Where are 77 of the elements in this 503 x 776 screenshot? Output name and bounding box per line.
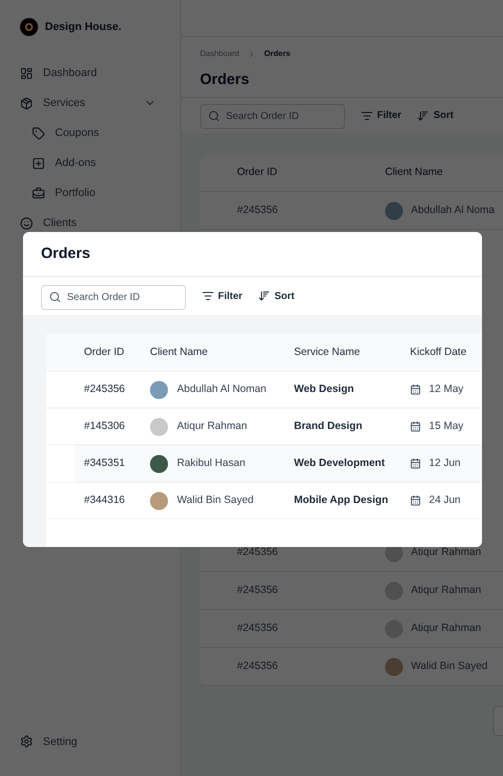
modal-title: Orders	[41, 244, 90, 264]
table-cell-text: #245356	[237, 582, 279, 598]
calendar-icon	[410, 458, 421, 469]
table-cell-text: #344316	[84, 492, 126, 508]
table-cell-text: 24 Jun	[429, 492, 461, 508]
column-header: Service Name	[294, 344, 361, 360]
column-header: Kickoff Date	[410, 344, 466, 360]
table-cell-text: #245356	[84, 382, 126, 397]
column-header: Order ID	[84, 344, 126, 360]
table-cell-text: #245356	[237, 202, 279, 218]
table-cell-text: 12 Jun	[429, 456, 461, 471]
avatar	[150, 454, 168, 472]
table-cell-text: Atiqur Rahman	[411, 544, 482, 560]
nav-subitem[interactable]: Coupons	[20, 118, 160, 148]
table-row[interactable]: #345351 Rakibul Hasan Web Development 12 Jun	[74, 445, 482, 482]
table-cell-text: 12 May	[429, 382, 464, 397]
page-title: Orders	[200, 72, 250, 87]
filter-icon	[361, 110, 373, 122]
calendar-icon	[410, 495, 421, 506]
table-cell-text: Atiqur Rahman	[177, 418, 248, 434]
table-cell-text: Web Development	[294, 456, 386, 471]
table-cell-text: Walid Bin Sayed	[177, 492, 254, 508]
nav-item[interactable]: Clients	[20, 208, 160, 238]
sort-button[interactable]: Sort	[417, 108, 454, 123]
briefcase-icon	[32, 186, 45, 200]
nav-subitem[interactable]: Portfolio	[20, 178, 160, 208]
brand-name: Design House.	[45, 20, 122, 35]
table-cell-text: Atiqur Rahman	[411, 620, 482, 636]
table-cell-text: #345351	[84, 456, 126, 471]
sort-icon	[417, 110, 430, 122]
avatar	[150, 380, 168, 398]
column-header: Client Name	[150, 344, 209, 360]
tag-icon	[32, 126, 45, 140]
table-cell-text: Atiqur Rahman	[411, 582, 482, 598]
avatar	[385, 202, 403, 220]
calendar-icon	[410, 384, 421, 395]
box-icon	[20, 96, 33, 110]
search-icon	[49, 290, 61, 302]
table-cell-text: #245356	[237, 620, 279, 636]
table-cell-text: Rakibul Hasan	[177, 456, 246, 471]
nav-item[interactable]: Dashboard	[20, 58, 160, 88]
search-icon	[208, 110, 220, 122]
table-cell-text: Web Design	[294, 382, 355, 397]
sort-icon	[258, 290, 270, 302]
settings-item[interactable]: Setting	[20, 734, 160, 750]
smiley-icon	[20, 216, 33, 230]
sort-button[interactable]: Sort	[258, 288, 294, 304]
filter-button[interactable]: Filter	[202, 288, 242, 304]
column-header: Order ID	[237, 165, 278, 180]
nav-item[interactable]: Services	[20, 88, 160, 118]
avatar	[150, 418, 168, 436]
breadcrumb-link[interactable]: Dashboard	[200, 48, 240, 60]
table-cell-text: Abdullah Al Noma	[411, 202, 494, 218]
breadcrumb-current: Orders	[264, 48, 290, 60]
table-cell-text: Abdullah Al Noman	[177, 382, 266, 397]
logo-icon	[20, 18, 38, 36]
filter-icon	[202, 290, 214, 302]
avatar	[150, 492, 168, 510]
table-cell-text: 15 May	[429, 418, 464, 434]
grid-icon	[20, 66, 33, 80]
search-field[interactable]: Search Order ID	[200, 104, 345, 129]
calendar-icon	[410, 421, 421, 432]
table-cell-text: #245356	[237, 658, 279, 674]
nav-subitem[interactable]: Add-ons	[20, 148, 160, 178]
search-field[interactable]: Search Order ID	[41, 284, 186, 310]
table-cell-text: Walid Bin Sayed	[411, 658, 488, 674]
table-row[interactable]: #245356 Abdullah Al Noman Web Design 12 May	[46, 371, 482, 408]
table-row[interactable]: #344316 Walid Bin Sayed Mobile App Design 24 Jun	[46, 482, 482, 519]
plus-square-icon	[32, 156, 45, 170]
column-header: Client Name	[385, 165, 443, 180]
table-cell-text: #245356	[237, 544, 279, 560]
filter-button[interactable]: Filter	[361, 108, 402, 123]
table-cell-text: #145306	[84, 418, 126, 434]
avatar	[385, 658, 403, 676]
table-cell-text: Mobile App Design	[294, 492, 390, 508]
table-cell-text: Brand Design	[294, 418, 364, 434]
settings-icon	[20, 735, 33, 748]
